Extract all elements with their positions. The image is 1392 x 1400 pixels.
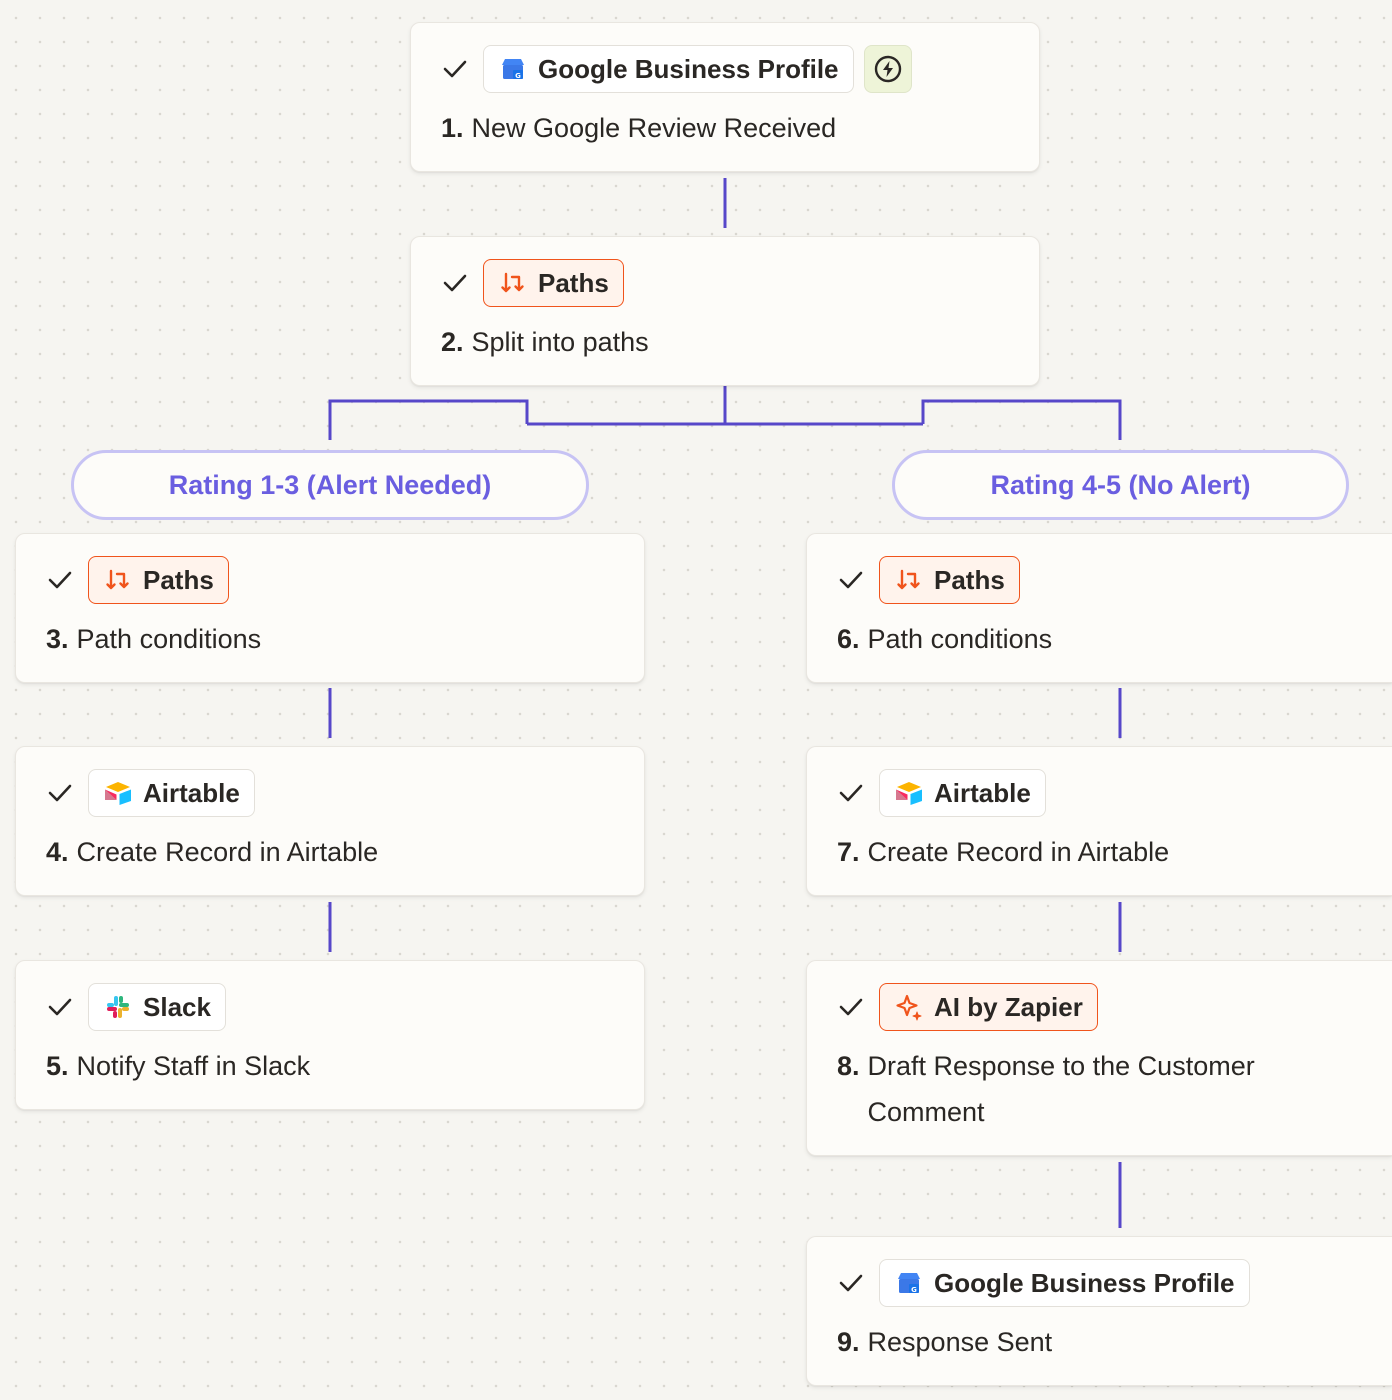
branch-label-left[interactable]: Rating 1-3 (Alert Needed) (71, 450, 589, 520)
lightning-bolt-icon (874, 55, 901, 83)
step-title: 2. Split into paths (441, 327, 649, 357)
app-name: Paths (934, 564, 1005, 595)
check-icon (46, 779, 74, 807)
app-pill-paths[interactable]: Paths (879, 556, 1020, 604)
app-name: Airtable (143, 777, 240, 808)
connector-lines (328, 178, 1122, 1228)
step-title: 3. Path conditions (46, 624, 262, 654)
check-icon (837, 1269, 865, 1297)
step-card-1[interactable]: G Google Business Profile 1. New Google … (410, 22, 1040, 172)
paths-icon (894, 565, 924, 595)
app-pill-google-business-profile[interactable]: G Google Business Profile (483, 45, 854, 93)
step-title: 9. Response Sent (837, 1327, 1053, 1357)
svg-text:G: G (911, 1286, 917, 1294)
app-pill-google-business-profile[interactable]: G Google Business Profile (879, 1259, 1250, 1307)
google-business-profile-icon: G (498, 54, 528, 84)
step-card-2[interactable]: Paths 2. Split into paths (410, 236, 1040, 386)
step-title: 5. Notify Staff in Slack (46, 1051, 311, 1081)
paths-icon (103, 565, 133, 595)
step-card-6[interactable]: Paths 6. Path conditions (806, 533, 1392, 683)
trigger-badge[interactable] (863, 45, 912, 93)
paths-icon (498, 268, 528, 298)
step-card-3[interactable]: Paths 3. Path conditions (15, 533, 645, 683)
app-pill-paths[interactable]: Paths (88, 556, 229, 604)
app-name: Airtable (934, 777, 1031, 808)
airtable-icon (103, 778, 133, 808)
slack-icon (103, 992, 133, 1022)
app-name: Paths (538, 267, 609, 298)
app-pill-airtable[interactable]: Airtable (88, 769, 255, 817)
app-name: Paths (143, 564, 214, 595)
check-icon (837, 993, 865, 1021)
app-pill-airtable[interactable]: Airtable (879, 769, 1046, 817)
check-icon (46, 566, 74, 594)
step-card-8[interactable]: AI by Zapier 8. Draft Response to the Cu… (806, 960, 1392, 1156)
app-name: Slack (143, 991, 211, 1022)
ai-sparkle-icon (894, 992, 924, 1022)
check-icon (46, 993, 74, 1021)
app-name: Google Business Profile (538, 53, 839, 84)
app-name: Google Business Profile (934, 1267, 1235, 1298)
step-card-5[interactable]: Slack 5. Notify Staff in Slack (15, 960, 645, 1110)
check-icon (441, 55, 469, 83)
app-name: AI by Zapier (934, 991, 1083, 1022)
airtable-icon (894, 778, 924, 808)
step-title: 8. Draft Response to the Customer Commen… (837, 1051, 1255, 1127)
step-card-4[interactable]: Airtable 4. Create Record in Airtable (15, 746, 645, 896)
step-card-9[interactable]: G Google Business Profile 9. Response Se… (806, 1236, 1392, 1386)
app-pill-paths[interactable]: Paths (483, 259, 624, 307)
check-icon (837, 779, 865, 807)
check-icon (441, 269, 469, 297)
check-icon (837, 566, 865, 594)
svg-text:G: G (515, 72, 521, 80)
step-card-7[interactable]: Airtable 7. Create Record in Airtable (806, 746, 1392, 896)
step-title: 7. Create Record in Airtable (837, 837, 1170, 867)
branch-label-right[interactable]: Rating 4-5 (No Alert) (892, 450, 1349, 520)
step-title: 1. New Google Review Received (441, 113, 837, 143)
app-pill-slack[interactable]: Slack (88, 983, 226, 1031)
step-title: 6. Path conditions (837, 624, 1053, 654)
app-pill-ai-by-zapier[interactable]: AI by Zapier (879, 983, 1098, 1031)
step-title: 4. Create Record in Airtable (46, 837, 379, 867)
google-business-profile-icon: G (894, 1268, 924, 1298)
